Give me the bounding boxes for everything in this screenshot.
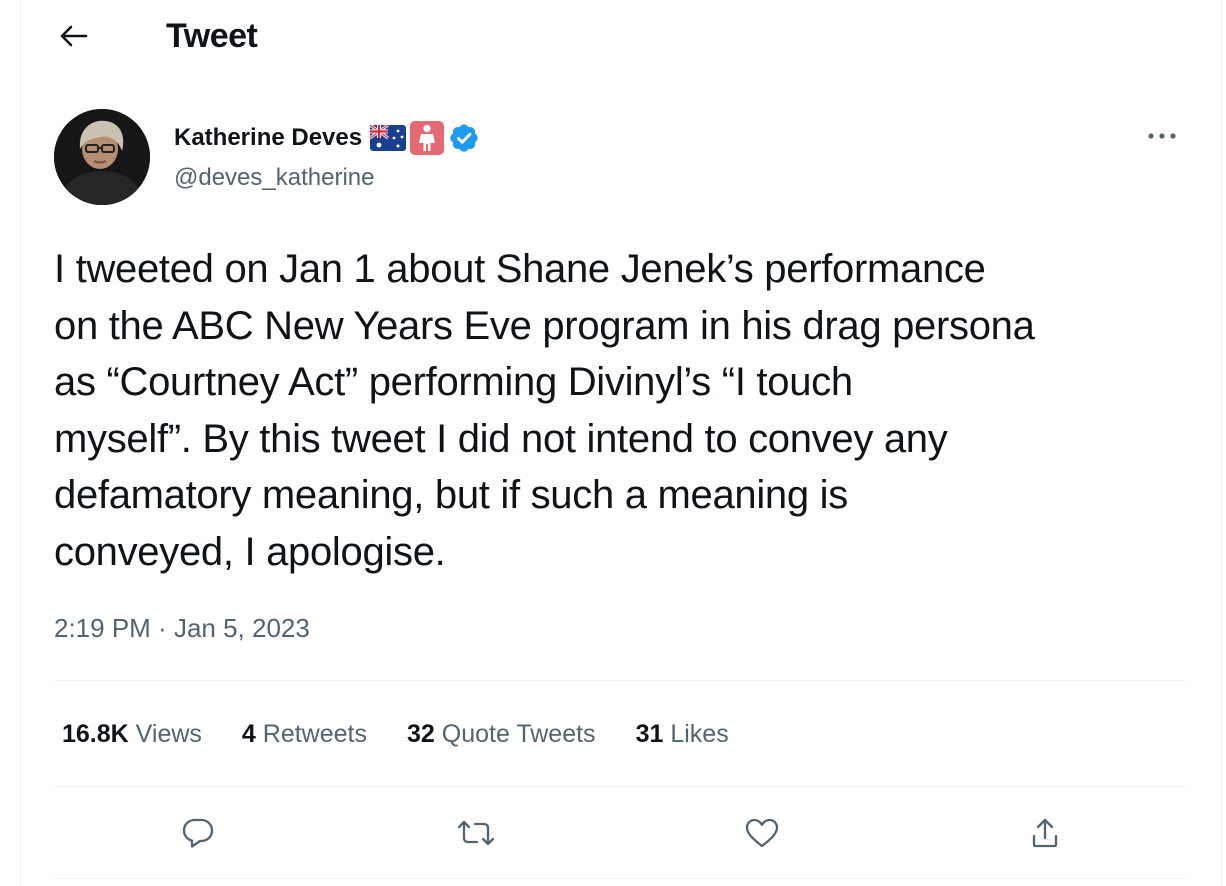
reply-button[interactable] <box>173 808 223 858</box>
more-button[interactable] <box>1140 118 1184 154</box>
tweet-date[interactable]: Jan 5, 2023 <box>174 613 310 643</box>
verified-badge-icon <box>450 124 478 152</box>
timestamp-separator: · <box>150 613 174 643</box>
tweet-text: I tweeted on Jan 1 about Shane Jenek’s p… <box>54 241 1194 580</box>
retweets-label: Retweets <box>262 720 367 748</box>
reply-icon <box>182 818 214 848</box>
tweet-text-line: myself”. By this tweet I did not intend … <box>54 416 948 461</box>
tweet-actions <box>0 808 1226 858</box>
likes-stat[interactable]: 31 Likes <box>636 716 729 752</box>
australia-flag-icon <box>370 125 407 151</box>
page-title: Tweet <box>166 17 258 55</box>
author-name[interactable]: Katherine Deves <box>174 124 362 152</box>
name-badges <box>370 120 480 156</box>
tweet-stats: 16.8K Views 4 Retweets 32 Quote Tweets 3… <box>62 716 769 752</box>
views-stat[interactable]: 16.8K Views <box>62 716 202 752</box>
quote-tweets-label: Quote Tweets <box>441 720 596 748</box>
like-button[interactable] <box>737 808 787 858</box>
likes-count: 31 <box>635 720 664 748</box>
heart-icon <box>745 818 779 848</box>
divider <box>54 878 1186 879</box>
divider <box>54 680 1186 681</box>
author-handle[interactable]: @deves_katherine <box>174 162 374 194</box>
quote-tweets-count: 32 <box>407 720 435 748</box>
divider <box>54 786 1186 787</box>
retweet-button[interactable] <box>451 808 501 858</box>
avatar[interactable] <box>54 109 150 205</box>
retweets-stat[interactable]: 4 Retweets <box>242 716 367 752</box>
tweet-text-line: conveyed, I apologise. <box>54 529 446 574</box>
back-button[interactable] <box>52 14 96 58</box>
avatar-image <box>54 109 150 205</box>
tweet-text-line: as “Courtney Act” performing Divinyl’s “… <box>54 360 853 404</box>
likes-label: Likes <box>670 720 729 748</box>
views-label: Views <box>135 720 202 748</box>
quote-tweets-stat[interactable]: 32 Quote Tweets <box>407 716 596 752</box>
tweet-text-line: I tweeted on Jan 1 about Shane Jenek’s p… <box>54 247 986 291</box>
views-count: 16.8K <box>62 720 129 748</box>
standing-person-icon <box>410 121 445 155</box>
retweet-icon <box>457 820 495 846</box>
more-dots-icon <box>1148 133 1176 139</box>
author-name-row: Katherine Deves <box>174 120 480 156</box>
share-icon <box>1032 818 1058 848</box>
arrow-left-icon <box>60 25 88 47</box>
tweet-text-line: defamatory meaning, but if such a meanin… <box>54 473 848 517</box>
share-button[interactable] <box>1020 808 1070 858</box>
tweet-time[interactable]: 2:19 PM <box>54 613 151 643</box>
tweet-text-line: on the ABC New Years Eve program in his … <box>54 303 1035 348</box>
retweets-count: 4 <box>241 720 256 748</box>
tweet-timestamp: 2:19 PM · Jan 5, 2023 <box>54 610 310 646</box>
